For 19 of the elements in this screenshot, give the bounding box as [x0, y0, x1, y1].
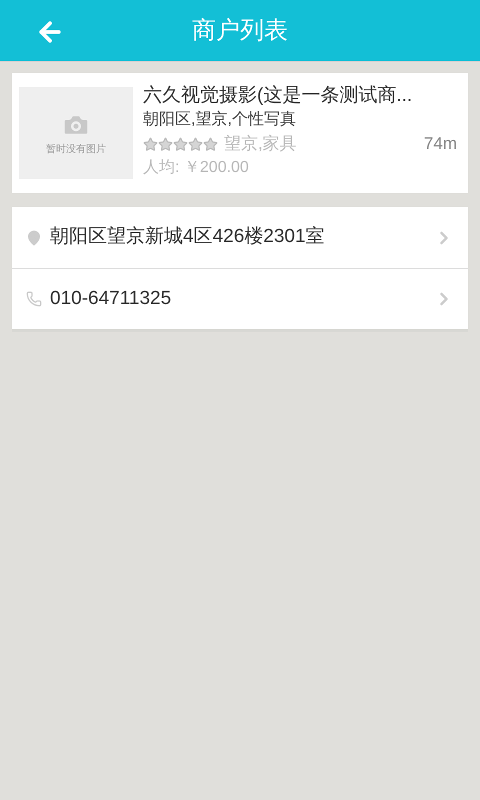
star-icon: [158, 136, 173, 152]
distance: 74m: [424, 133, 457, 155]
contact-row[interactable]: 朝阳区望京新城4区426楼2301室: [12, 207, 468, 268]
star-icon: [203, 136, 218, 152]
merchant-tags: 朝阳区,望京,个性写真: [143, 109, 461, 131]
contact-text: 010-64711325: [50, 286, 172, 311]
star-icon: [188, 136, 203, 152]
location-pin-icon: [26, 230, 42, 246]
contact-text: 朝阳区望京新城4区426楼2301室: [50, 225, 325, 250]
page-title: 商户列表: [192, 16, 288, 46]
star-icon: [143, 136, 158, 152]
contact-row[interactable]: 010-64711325: [12, 268, 468, 329]
star-icon: [173, 136, 188, 152]
no-image-text: 暂时没有图片: [46, 142, 106, 156]
average-price: 人均: ￥200.00: [143, 158, 250, 178]
merchant-card[interactable]: 暂时没有图片 六久视觉摄影(这是一条测试商... 朝阳区,望京,个性写真 望京,家具 74m 人均: ￥200.00: [12, 73, 468, 193]
phone-icon: [26, 291, 42, 307]
merchant-name: 六久视觉摄影(这是一条测试商...: [143, 84, 414, 108]
merchant-area: 望京,家具: [224, 131, 297, 157]
